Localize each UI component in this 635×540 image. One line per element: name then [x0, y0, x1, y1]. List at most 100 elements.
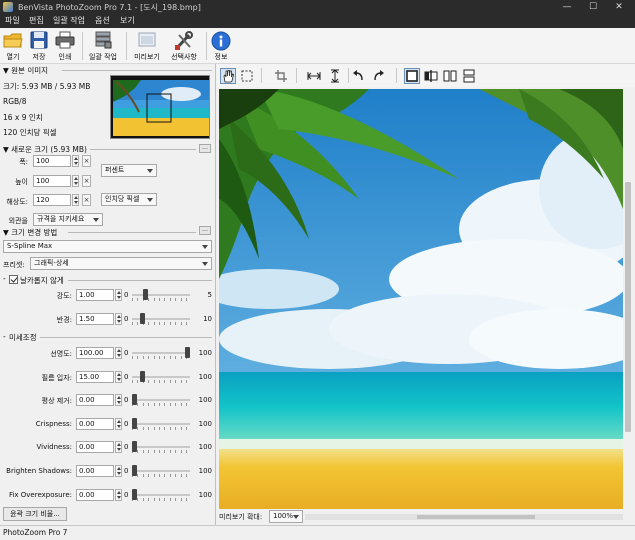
- finetune-input[interactable]: 0.00: [76, 417, 114, 430]
- newsize-more-button[interactable]: ...: [199, 226, 211, 235]
- width-input[interactable]: 100: [33, 155, 71, 167]
- slider-thumb[interactable]: [139, 370, 145, 382]
- original-thumbnail[interactable]: [110, 75, 210, 139]
- image-toolbar-separator: [261, 68, 262, 83]
- finetune-input[interactable]: 0.00: [76, 394, 114, 407]
- width-spinner[interactable]: [72, 155, 79, 167]
- aspect-select[interactable]: 규격을 지키세요: [33, 213, 103, 226]
- finetune-spinner[interactable]: [115, 394, 122, 407]
- size-unit-select[interactable]: 퍼센트: [101, 164, 157, 177]
- unsharp-input[interactable]: 1.50: [76, 313, 114, 325]
- save-button[interactable]: 저장: [28, 30, 50, 62]
- split-vertical-button[interactable]: [423, 68, 439, 84]
- preview-button[interactable]: 미리보기: [130, 30, 164, 62]
- finetune-slider[interactable]: [132, 394, 190, 407]
- resize-method-header[interactable]: ▼ 크기 변경 방법: [3, 227, 57, 238]
- rotate-right-button[interactable]: [371, 68, 387, 84]
- unsharp-slider[interactable]: [132, 289, 190, 301]
- side-by-side-button[interactable]: [442, 68, 458, 84]
- preset-select[interactable]: 그래픽-상세: [30, 257, 212, 270]
- finetune-input[interactable]: 100.00: [76, 347, 114, 359]
- close-button[interactable]: ✕: [606, 0, 632, 14]
- unsharp-spinner[interactable]: [115, 289, 122, 301]
- finetune-spinner[interactable]: [115, 441, 122, 454]
- slider-tick: [164, 450, 166, 454]
- finetune-slider[interactable]: [132, 465, 190, 477]
- slider-thumb[interactable]: [132, 441, 137, 453]
- zoom-select[interactable]: 100%: [269, 510, 303, 523]
- finetune-slider[interactable]: [132, 347, 190, 359]
- vertical-scroll-thumb[interactable]: [625, 182, 631, 432]
- batch-button[interactable]: 일괄 작업: [86, 30, 120, 62]
- finetune-collapse-toggle[interactable]: -: [3, 332, 6, 341]
- finetune-spinner[interactable]: [115, 347, 122, 359]
- finetune-min-value: 0: [124, 349, 129, 357]
- preview-horizontal-scrollbar[interactable]: [305, 514, 623, 520]
- slider-thumb[interactable]: [132, 394, 137, 406]
- unsharp-spinner[interactable]: [115, 313, 122, 325]
- unsharp-collapse-toggle[interactable]: -: [3, 274, 6, 283]
- menu-edit[interactable]: 편집: [29, 15, 44, 26]
- finetune-input[interactable]: 0.00: [76, 488, 114, 501]
- finetune-slider[interactable]: [132, 417, 190, 430]
- about-button[interactable]: 정보: [209, 30, 233, 62]
- unsharp-slider[interactable]: [132, 313, 190, 325]
- single-view-button[interactable]: [404, 68, 420, 84]
- fit-width-button[interactable]: [306, 68, 322, 84]
- slider-tick: [148, 450, 150, 454]
- preview-vertical-scrollbar[interactable]: [623, 89, 633, 509]
- finetune-spinner[interactable]: [115, 488, 122, 501]
- finetune-input[interactable]: 0.00: [76, 441, 114, 454]
- height-spinner[interactable]: [72, 175, 79, 187]
- stacked-view-button[interactable]: [461, 68, 477, 84]
- minimize-button[interactable]: —: [554, 0, 580, 14]
- height-link-toggle[interactable]: ×: [82, 175, 91, 187]
- print-button[interactable]: 인쇄: [54, 30, 76, 62]
- finetune-slider[interactable]: [132, 488, 190, 501]
- unsharp-checkbox[interactable]: [9, 275, 18, 284]
- height-input[interactable]: 100: [33, 175, 71, 187]
- horizontal-scroll-thumb[interactable]: [417, 515, 535, 519]
- resolution-unit-select[interactable]: 인치당 픽셀: [101, 193, 157, 206]
- menu-batch[interactable]: 일괄 작업: [53, 15, 85, 26]
- finetune-input[interactable]: 0.00: [76, 465, 114, 477]
- fit-height-button[interactable]: [327, 68, 343, 84]
- slider-tick: [132, 298, 133, 301]
- crop-tool-button[interactable]: [273, 68, 289, 84]
- preferences-button[interactable]: 선택사항: [166, 30, 202, 62]
- open-button[interactable]: 열기: [2, 30, 24, 62]
- profile-ratio-button[interactable]: 윤곽 크기 비율...: [3, 507, 67, 521]
- menu-view[interactable]: 보기: [120, 15, 135, 26]
- maximize-button[interactable]: ☐: [580, 0, 606, 14]
- width-label: 폭:: [19, 158, 28, 166]
- finetune-input[interactable]: 15.00: [76, 370, 114, 383]
- slider-thumb[interactable]: [139, 313, 145, 324]
- section-divider: [40, 337, 212, 338]
- slider-thumb[interactable]: [132, 465, 137, 476]
- original-more-button[interactable]: ...: [199, 144, 211, 153]
- hand-tool-button[interactable]: [220, 68, 236, 84]
- finetune-spinner[interactable]: [115, 417, 122, 430]
- width-link-toggle[interactable]: ×: [82, 155, 91, 167]
- select-tool-button[interactable]: [239, 68, 255, 84]
- finetune-slider[interactable]: [132, 370, 190, 383]
- menu-options[interactable]: 옵션: [95, 15, 110, 26]
- finetune-spinner[interactable]: [115, 370, 122, 383]
- resolution-spinner[interactable]: [72, 194, 79, 206]
- slider-thumb[interactable]: [132, 417, 137, 429]
- slider-thumb[interactable]: [132, 488, 137, 500]
- menu-file[interactable]: 파일: [5, 15, 20, 26]
- finetune-spinner[interactable]: [115, 465, 122, 477]
- rotate-left-button[interactable]: [350, 68, 366, 84]
- unsharp-input[interactable]: 1.00: [76, 289, 114, 301]
- preview-canvas[interactable]: [219, 89, 623, 509]
- original-image-header[interactable]: ▼ 원본 이미지: [3, 65, 48, 76]
- slider-thumb[interactable]: [185, 347, 190, 358]
- algorithm-select[interactable]: S-Spline Max: [3, 240, 212, 253]
- new-size-header[interactable]: ▼ 새로운 크기 (5.93 MB): [3, 144, 87, 155]
- resolution-input[interactable]: 120: [33, 194, 71, 206]
- slider-thumb[interactable]: [142, 289, 148, 300]
- aspect-label: 외관을: [8, 217, 28, 225]
- finetune-slider[interactable]: [132, 441, 190, 454]
- resolution-link-toggle[interactable]: ×: [82, 194, 91, 206]
